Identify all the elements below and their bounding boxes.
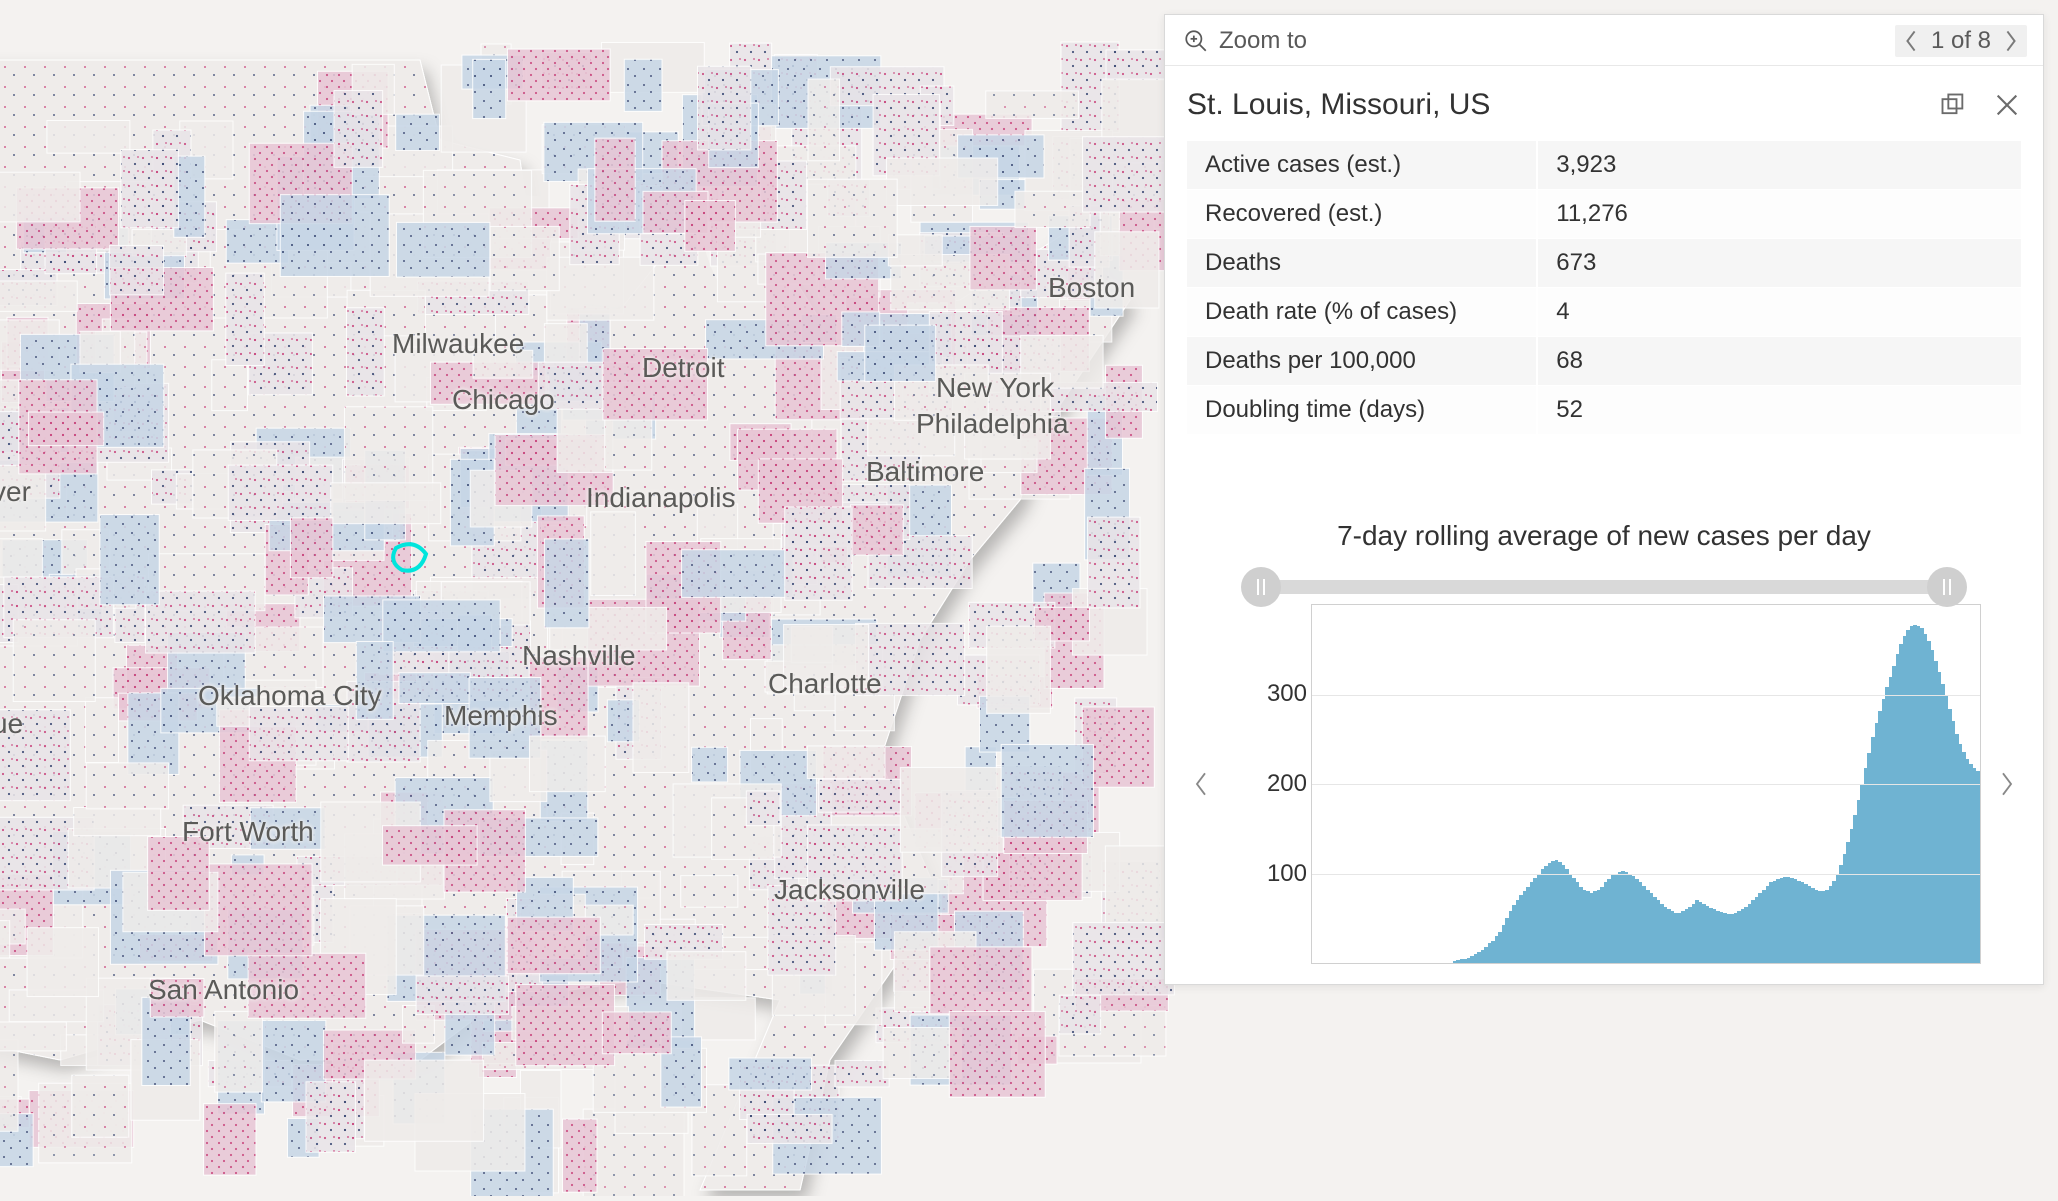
stats-row: Deaths673 — [1187, 239, 2021, 288]
stats-label: Deaths per 100,000 — [1187, 337, 1537, 386]
stats-row: Doubling time (days)52 — [1187, 386, 2021, 435]
pager-next[interactable] — [2003, 29, 2019, 53]
zoom-to-label: Zoom to — [1219, 27, 1307, 55]
y-tick-label: 300 — [1237, 680, 1307, 708]
pager-prev[interactable] — [1903, 29, 1919, 53]
slider-handle-end[interactable] — [1927, 567, 1967, 607]
chart-next[interactable] — [1993, 770, 2021, 798]
chart-box: 100 200 300 — [1227, 604, 1981, 964]
y-tick-label: 200 — [1237, 770, 1307, 798]
popup-title-row: St. Louis, Missouri, US — [1165, 66, 2043, 140]
stats-value: 3,923 — [1537, 141, 2021, 190]
stats-label: Deaths — [1187, 239, 1537, 288]
pager-text: 1 of 8 — [1931, 27, 1991, 55]
slider-handle-start[interactable] — [1241, 567, 1281, 607]
stats-value: 68 — [1537, 337, 2021, 386]
dock-icon[interactable] — [1939, 91, 1967, 119]
popup-title: St. Louis, Missouri, US — [1187, 88, 1490, 122]
stats-label: Death rate (% of cases) — [1187, 288, 1537, 337]
popup-header: Zoom to 1 of 8 — [1165, 15, 2043, 66]
chart-title: 7-day rolling average of new cases per d… — [1187, 520, 2021, 552]
time-slider[interactable] — [1239, 578, 1969, 596]
chart-plot — [1311, 604, 1981, 964]
feature-popup: Zoom to 1 of 8 St. Louis, Missouri, US A… — [1164, 14, 2044, 985]
stats-label: Recovered (est.) — [1187, 190, 1537, 239]
stats-value: 52 — [1537, 386, 2021, 435]
stats-label: Active cases (est.) — [1187, 141, 1537, 190]
zoom-to-button[interactable]: Zoom to — [1183, 27, 1307, 55]
feature-pager: 1 of 8 — [1895, 25, 2027, 57]
stats-row: Deaths per 100,00068 — [1187, 337, 2021, 386]
stats-row: Death rate (% of cases)4 — [1187, 288, 2021, 337]
stats-row: Recovered (est.)11,276 — [1187, 190, 2021, 239]
stats-value: 11,276 — [1537, 190, 2021, 239]
stats-table: Active cases (est.)3,923Recovered (est.)… — [1187, 140, 2021, 434]
slider-track — [1261, 580, 1947, 594]
chart-area: 7-day rolling average of new cases per d… — [1165, 434, 2043, 984]
zoom-in-icon — [1183, 28, 1209, 54]
stats-value: 4 — [1537, 288, 2021, 337]
stats-value: 673 — [1537, 239, 2021, 288]
chart-prev[interactable] — [1187, 770, 1215, 798]
y-tick-label: 100 — [1237, 860, 1307, 888]
stats-label: Doubling time (days) — [1187, 386, 1537, 435]
close-icon[interactable] — [1993, 91, 2021, 119]
stats-row: Active cases (est.)3,923 — [1187, 141, 2021, 190]
